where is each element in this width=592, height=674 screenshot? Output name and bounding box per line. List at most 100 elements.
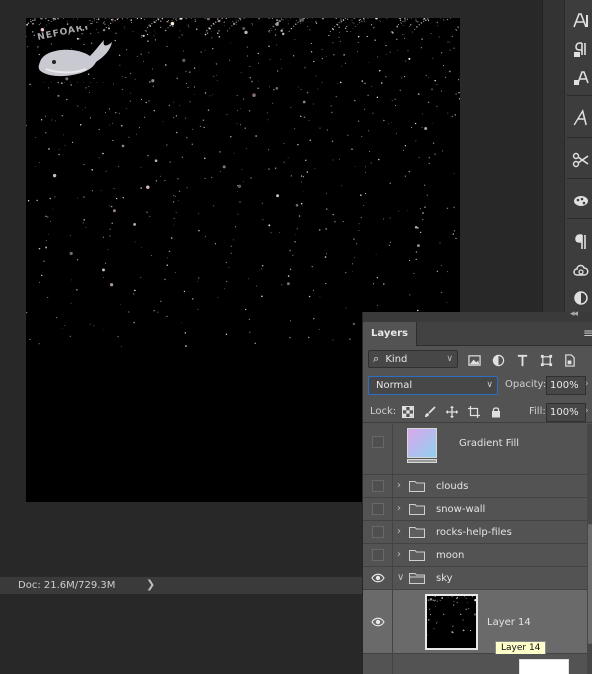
star [126, 49, 128, 51]
star [417, 21, 419, 23]
star [198, 277, 200, 279]
opacity-field[interactable]: 100% [546, 376, 586, 395]
collapse-panel-icon[interactable]: ◂◂ [570, 309, 578, 319]
libraries-icon[interactable] [569, 256, 592, 284]
3d-icon[interactable] [569, 186, 592, 214]
glyph-icon[interactable] [569, 104, 592, 132]
layers-scrollbar[interactable] [587, 424, 592, 674]
star [416, 26, 418, 28]
star [204, 235, 207, 238]
star [34, 166, 36, 168]
star [452, 233, 455, 235]
star [243, 98, 245, 100]
panel-menu-icon[interactable]: ≡ [583, 326, 592, 340]
star [58, 148, 60, 150]
star [325, 283, 327, 285]
lock-artboard-icon[interactable] [467, 405, 481, 419]
layer-row-moon[interactable]: › moon [363, 544, 587, 567]
star [100, 189, 102, 191]
paragraph-icon[interactable] [569, 228, 592, 256]
eye-icon[interactable] [371, 573, 385, 586]
star [427, 20, 430, 22]
lock-transparent-pixels-icon[interactable] [401, 405, 415, 419]
star [449, 41, 451, 43]
star [128, 311, 130, 313]
svg-text:· · · · · · · · · ·: · · · · · · · · · · [44, 80, 106, 85]
star [406, 18, 408, 20]
layer-thumbnail [519, 659, 569, 674]
adjustments-icon[interactable] [569, 284, 592, 312]
star [303, 116, 306, 118]
filter-kind-select[interactable]: ⌕ Kind ∨ [368, 350, 458, 368]
paragraph-style-icon[interactable] [569, 36, 592, 64]
expand-chevron-icon[interactable]: › [397, 549, 401, 560]
filter-pixel-layers-icon[interactable] [466, 352, 482, 368]
star [130, 92, 132, 94]
layer-row-snow-wall[interactable]: › snow-wall [363, 498, 587, 521]
star [172, 18, 175, 19]
star [453, 604, 455, 606]
layer-row-layer-14[interactable]: Layer 14 Layer 14 [363, 590, 587, 656]
collapse-chevron-icon[interactable]: ∨ [397, 572, 404, 583]
blend-mode-select[interactable]: Normal ∨ [368, 376, 498, 395]
star [305, 159, 307, 161]
star [216, 74, 218, 76]
layer-row-sky[interactable]: ∨ sky [363, 567, 587, 590]
star [167, 257, 168, 259]
lock-all-padlock-icon[interactable] [489, 405, 503, 419]
visibility-toggle[interactable] [372, 503, 384, 515]
visibility-toggle[interactable] [372, 526, 384, 538]
star [153, 110, 155, 112]
filter-smart-objects-icon[interactable] [561, 352, 577, 368]
layer-row-partial[interactable] [363, 654, 587, 674]
layer-row-gradient-fill[interactable]: Gradient Fill [363, 424, 587, 475]
status-menu-arrow-icon[interactable]: ❯ [146, 578, 155, 591]
star [245, 148, 247, 150]
star [157, 311, 159, 313]
star [325, 228, 327, 230]
star [130, 19, 132, 21]
star [177, 199, 179, 201]
visibility-cell [363, 567, 393, 589]
layer-name: moon [436, 550, 465, 561]
star [279, 58, 281, 60]
star [338, 26, 340, 29]
star [424, 126, 428, 131]
opacity-dropdown-icon[interactable]: › [585, 379, 589, 389]
expand-chevron-icon[interactable]: › [397, 480, 401, 491]
filter-type-layers-icon[interactable] [514, 352, 530, 368]
star [211, 176, 213, 179]
visibility-toggle[interactable] [372, 480, 384, 492]
document-size-info: Doc: 21.6M/729.3M [18, 580, 116, 591]
lock-position-move-icon[interactable] [445, 405, 459, 419]
star [185, 117, 187, 119]
star [420, 47, 423, 49]
tab-layers[interactable]: Layers [363, 322, 417, 346]
expand-chevron-icon[interactable]: › [397, 526, 401, 537]
fill-dropdown-icon[interactable]: › [585, 406, 589, 416]
star [277, 70, 279, 72]
star [230, 42, 232, 44]
star [378, 158, 380, 161]
star [38, 247, 41, 250]
fill-field[interactable]: 100% [546, 403, 586, 422]
filter-adjustment-layers-icon[interactable] [490, 352, 506, 368]
scrollbar-thumb[interactable] [588, 524, 592, 644]
visibility-toggle[interactable] [372, 549, 384, 561]
layer-row-rocks-help-files[interactable]: › rocks-help-files [363, 521, 587, 544]
filter-shape-layers-icon[interactable] [538, 352, 554, 368]
lock-image-pixels-brush-icon[interactable] [423, 405, 437, 419]
character-icon[interactable] [569, 6, 592, 34]
expand-chevron-icon[interactable]: › [397, 503, 401, 514]
tool-separator [567, 137, 592, 138]
layer-row-clouds[interactable]: › clouds [363, 475, 587, 498]
star [185, 345, 187, 347]
tool-presets-icon[interactable] [569, 146, 592, 174]
character-style-icon[interactable] [569, 64, 592, 92]
eye-icon[interactable] [371, 617, 385, 630]
star [109, 235, 111, 237]
search-icon: ⌕ [373, 352, 380, 365]
visibility-toggle[interactable] [372, 436, 384, 448]
star [389, 241, 392, 243]
star [411, 126, 413, 128]
